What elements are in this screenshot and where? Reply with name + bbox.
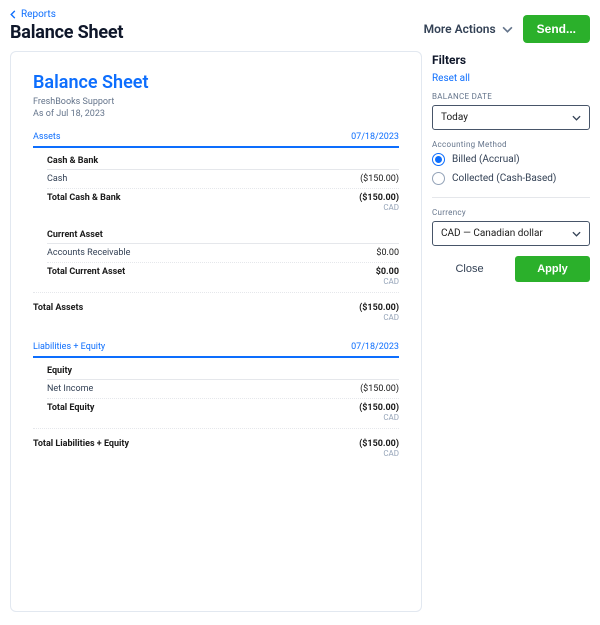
total-cash-bank-label: Total Cash & Bank: [47, 193, 121, 212]
total-cash-bank-cur: CAD: [359, 203, 399, 212]
currency-select[interactable]: CAD — Canadian dollar: [432, 221, 590, 246]
filters-panel: Filters Reset all BALANCE DATE Today Acc…: [430, 51, 590, 612]
close-button[interactable]: Close: [432, 256, 507, 282]
row-cash: Cash ($150.00): [47, 170, 399, 189]
more-actions-dropdown[interactable]: More Actions: [424, 22, 513, 36]
currency-label: Currency: [432, 208, 590, 217]
ar-label: Accounts Receivable: [47, 248, 130, 258]
row-ar: Accounts Receivable $0.00: [47, 244, 399, 263]
more-actions-label: More Actions: [424, 22, 496, 36]
radio-collected-cash[interactable]: Collected (Cash-Based): [432, 172, 590, 185]
apply-button[interactable]: Apply: [515, 256, 590, 282]
section-liab-header[interactable]: Liabilities + Equity 07/18/2023: [33, 330, 399, 358]
balance-date-select[interactable]: Today: [432, 105, 590, 130]
total-liab-label: Total Liabilities + Equity: [33, 439, 129, 458]
balance-date-label: BALANCE DATE: [432, 92, 590, 101]
radio-billed-label: Billed (Accrual): [452, 154, 520, 165]
report-as-of: As of Jul 18, 2023: [33, 108, 399, 120]
section-assets-date: 07/18/2023: [351, 132, 399, 142]
cash-value: ($150.00): [360, 174, 399, 184]
currency-value: CAD — Canadian dollar: [441, 228, 543, 239]
chevron-down-icon: [572, 115, 581, 121]
row-net-income: Net Income ($150.00): [47, 380, 399, 399]
radio-icon: [432, 172, 445, 185]
send-button[interactable]: Send...: [523, 15, 590, 43]
chevron-left-icon: [10, 10, 16, 19]
radio-collected-label: Collected (Cash-Based): [452, 173, 556, 184]
total-cash-bank-value: ($150.00): [359, 193, 399, 203]
report-company: FreshBooks Support: [33, 96, 399, 108]
total-liab-value: ($150.00): [359, 439, 399, 449]
total-current-asset-cur: CAD: [376, 277, 399, 286]
cash-bank-header: Cash & Bank: [47, 156, 399, 170]
breadcrumb[interactable]: Reports: [10, 9, 123, 20]
net-income-value: ($150.00): [360, 384, 399, 394]
total-current-asset-value: $0.00: [376, 267, 399, 277]
chevron-down-icon: [572, 231, 581, 237]
divider: [432, 197, 590, 198]
section-liab-date: 07/18/2023: [351, 342, 399, 352]
total-assets: Total Assets ($150.00)CAD: [33, 292, 399, 322]
total-equity: Total Equity ($150.00)CAD: [47, 399, 399, 422]
total-assets-value: ($150.00): [359, 303, 399, 313]
reset-all-link[interactable]: Reset all: [432, 73, 590, 84]
chevron-down-icon: [502, 26, 513, 33]
total-equity-value: ($150.00): [359, 403, 399, 413]
balance-date-value: Today: [441, 112, 468, 123]
radio-billed-accrual[interactable]: Billed (Accrual): [432, 153, 590, 166]
current-asset-header: Current Asset: [47, 230, 399, 244]
total-assets-label: Total Assets: [33, 303, 83, 322]
accounting-method-label: Accounting Method: [432, 140, 590, 149]
radio-icon: [432, 153, 445, 166]
net-income-label: Net Income: [47, 384, 93, 394]
ar-value: $0.00: [376, 248, 399, 258]
filters-title: Filters: [432, 53, 590, 67]
total-equity-cur: CAD: [359, 413, 399, 422]
page-title: Balance Sheet: [10, 22, 123, 43]
section-assets-header[interactable]: Assets 07/18/2023: [33, 120, 399, 148]
report-title: Balance Sheet: [33, 72, 399, 93]
total-current-asset-label: Total Current Asset: [47, 267, 125, 286]
report-card: Balance Sheet FreshBooks Support As of J…: [10, 51, 422, 612]
total-liab-cur: CAD: [359, 449, 399, 458]
total-cash-bank: Total Cash & Bank ($150.00)CAD: [47, 189, 399, 212]
total-assets-cur: CAD: [359, 313, 399, 322]
total-equity-label: Total Equity: [47, 403, 94, 422]
breadcrumb-label: Reports: [21, 9, 56, 20]
total-liab-equity: Total Liabilities + Equity ($150.00)CAD: [33, 428, 399, 458]
equity-header: Equity: [47, 366, 399, 380]
section-liab-label: Liabilities + Equity: [33, 342, 105, 352]
cash-label: Cash: [47, 174, 67, 184]
total-current-asset: Total Current Asset $0.00CAD: [47, 263, 399, 286]
section-assets-label: Assets: [33, 132, 61, 142]
